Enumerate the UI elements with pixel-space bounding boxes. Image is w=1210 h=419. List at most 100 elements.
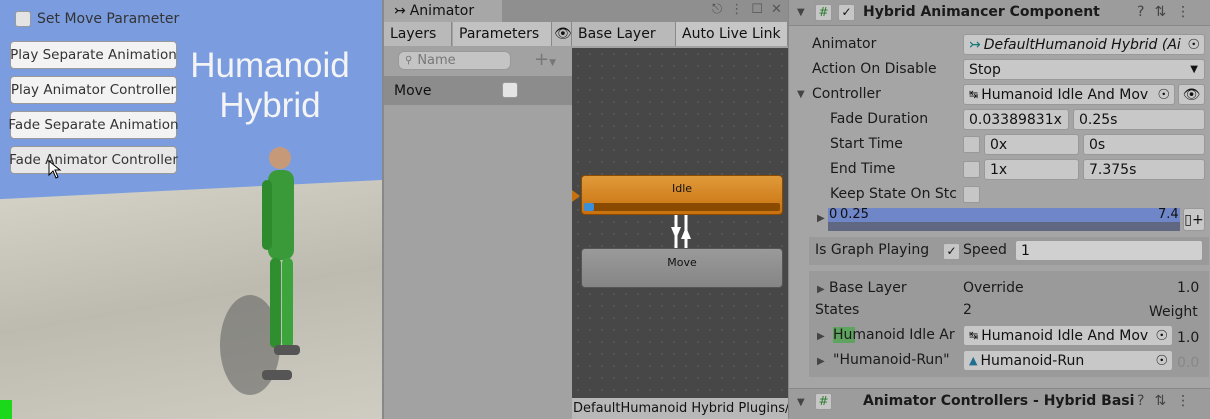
set-move-parameter-label: Set Move Parameter — [37, 11, 180, 27]
timeline-bar — [828, 208, 1180, 222]
tab-parameters[interactable]: Parameters — [453, 22, 552, 46]
start-time-seconds-field[interactable]: 0s — [1083, 134, 1205, 155]
layer-name: Base Layer — [829, 280, 907, 296]
controller-field[interactable]: ↹ Humanoid Idle And Mov ☉ — [963, 84, 1175, 105]
help-icon[interactable]: ? — [1137, 393, 1154, 409]
fade-duration-seconds-field[interactable]: 0.25s — [1073, 109, 1205, 130]
start-time-checkbox[interactable] — [963, 136, 980, 153]
component-header-icons: ?⇅⋮ — [1137, 4, 1200, 20]
fade-separate-animation-button[interactable]: Fade Separate Animation — [8, 111, 179, 139]
animator-field[interactable]: ↣ DefaultHumanoid Hybrid (Ai ☉ — [963, 34, 1205, 55]
object-picker-icon[interactable]: ☉ — [1155, 328, 1168, 344]
end-time-checkbox[interactable] — [963, 161, 980, 178]
title-line-2: Hybrid — [219, 86, 321, 125]
footer-path: DefaultHumanoid Hybrid Plugins/ — [572, 398, 790, 419]
set-move-parameter-toggle[interactable] — [15, 11, 31, 27]
state-idle[interactable]: Idle — [581, 175, 783, 215]
state-idle-label: Idle — [671, 182, 693, 195]
more-icon[interactable]: ⋮ — [1176, 393, 1200, 409]
maximize-icon[interactable]: ☐ — [751, 2, 771, 17]
inspector: ▼ # ✓ Hybrid Animancer Component ?⇅⋮ Ani… — [788, 0, 1210, 419]
eye-icon[interactable]: 👁 — [1178, 84, 1205, 105]
eye-icon[interactable]: 👁 — [552, 22, 572, 46]
presets-icon[interactable]: ⇅ — [1154, 4, 1176, 20]
object-picker-icon[interactable]: ☉ — [1187, 37, 1200, 53]
state-machine-graph[interactable]: Idle Move — [572, 48, 790, 398]
object-picker-icon[interactable]: ☉ — [1155, 353, 1168, 369]
layer-mode: Override — [963, 280, 1024, 296]
object-picker-icon[interactable]: ☉ — [1157, 87, 1170, 103]
state-foldout-icon[interactable]: ▶ — [817, 331, 825, 342]
timeline[interactable]: 0 0.25 7.4 — [828, 207, 1180, 231]
weight-label: Weight — [1149, 304, 1198, 320]
script-icon: # — [815, 4, 832, 21]
component-enabled-checkbox[interactable]: ✓ — [838, 4, 855, 21]
keep-state-checkbox[interactable] — [963, 186, 980, 203]
state-asset: Humanoid-Run — [980, 352, 1085, 369]
animator-tab-label: Animator — [409, 3, 475, 19]
parameter-move-checkbox[interactable] — [502, 82, 518, 98]
states-count: 2 — [963, 302, 972, 318]
chevron-down-icon: ▼ — [1190, 64, 1198, 75]
play-separate-animation-button[interactable]: Play Separate Animation — [10, 41, 177, 69]
help-icon[interactable]: ? — [1137, 4, 1154, 20]
add-event-button[interactable]: ▯+ — [1183, 208, 1205, 231]
more-icon[interactable]: ⋮ — [1176, 4, 1200, 20]
timeline-end-label: 7.4 — [1158, 207, 1179, 222]
fade-duration-label: Fade Duration — [830, 111, 929, 127]
state-row-asset-field[interactable]: ↹ Humanoid Idle And Mov ☉ — [963, 325, 1173, 346]
component-header-icons: ?⇅⋮ — [1137, 393, 1200, 409]
controller-value: Humanoid Idle And Mov — [981, 86, 1149, 103]
parameter-name: Move — [394, 82, 432, 99]
state-foldout-icon[interactable]: ▶ — [817, 356, 825, 367]
fade-duration-normalized-field[interactable]: 0.03389831x — [963, 109, 1069, 130]
animator-tab[interactable]: ↣ Animator — [384, 0, 502, 22]
animator-window: ↣ Animator ⎋⋮☐✕ Layers Parameters 👁 Base … — [382, 0, 790, 419]
play-animator-controller-button[interactable]: Play Animator Controller — [10, 76, 177, 104]
state-progress-fill — [584, 203, 594, 211]
animator-icon: ↣ — [969, 36, 981, 53]
lock-icon[interactable]: ⎋ — [712, 2, 730, 17]
controller-icon: ↹ — [969, 329, 979, 342]
search-placeholder: Name — [417, 53, 456, 68]
timeline-start-label: 0 — [829, 207, 838, 222]
tab-layers[interactable]: Layers — [384, 22, 452, 46]
animator-value: DefaultHumanoid Hybrid (Ai — [983, 36, 1181, 53]
end-time-normalized-field[interactable]: 1x — [984, 159, 1079, 180]
component-title: Hybrid Animancer Component — [863, 4, 1100, 20]
speed-field[interactable]: 1 — [1015, 240, 1203, 261]
controller-foldout-icon[interactable]: ▼ — [797, 89, 805, 100]
is-graph-playing-label: Is Graph Playing — [815, 242, 930, 258]
state-row-asset-field[interactable]: ▲ Humanoid-Run ☉ — [963, 350, 1173, 371]
add-parameter-button[interactable]: +▼ — [534, 49, 556, 70]
action-on-disable-label: Action On Disable — [812, 61, 937, 77]
search-icon: ⚲ — [405, 55, 413, 66]
end-time-seconds-field[interactable]: 7.375s — [1083, 159, 1205, 180]
state-row-name: Humanoid Idle Ar — [833, 327, 961, 343]
foldout-arrow-icon[interactable]: ▼ — [797, 7, 805, 18]
timeline-foldout-icon[interactable]: ▶ — [817, 213, 825, 224]
speed-label: Speed — [963, 242, 1007, 258]
presets-icon[interactable]: ⇅ — [1154, 393, 1176, 409]
parameter-row-move[interactable]: Move — [384, 76, 572, 105]
is-graph-playing-checkbox[interactable]: ✓ — [943, 243, 960, 260]
end-time-label: End Time — [830, 161, 896, 177]
ground-plane — [0, 180, 382, 419]
foldout-arrow-icon[interactable]: ▼ — [797, 397, 805, 408]
controller-label: Controller — [812, 86, 881, 102]
state-progress-bar — [584, 203, 780, 211]
action-value: Stop — [969, 61, 1001, 78]
state-weight: 0.0 — [1177, 355, 1200, 371]
layer-foldout-icon[interactable]: ▶ — [817, 284, 825, 295]
state-move[interactable]: Move — [581, 248, 783, 288]
auto-live-link-button[interactable]: Auto Live Link — [676, 22, 788, 46]
action-on-disable-dropdown[interactable]: Stop ▼ — [963, 59, 1205, 80]
status-indicator — [0, 400, 12, 419]
next-component-title: Animator Controllers - Hybrid Basi — [863, 393, 1135, 409]
humanoid-character — [220, 147, 300, 395]
fade-animator-controller-button[interactable]: Fade Animator Controller — [9, 146, 178, 174]
start-time-normalized-field[interactable]: 0x — [984, 134, 1079, 155]
breadcrumb-base-layer[interactable]: Base Layer — [572, 22, 676, 46]
more-icon[interactable]: ⋮ — [730, 2, 751, 17]
parameter-search-input[interactable]: ⚲ Name — [398, 51, 511, 70]
